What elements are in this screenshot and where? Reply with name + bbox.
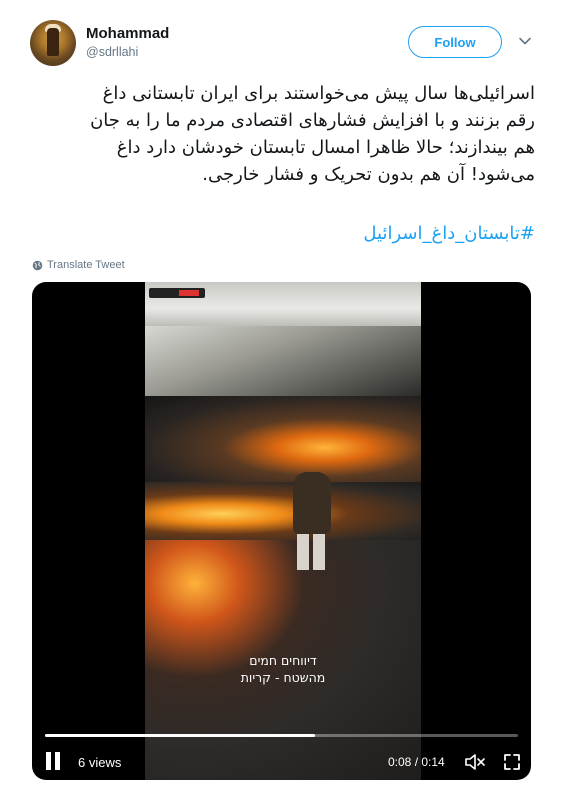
video-figure (293, 472, 331, 534)
video-frame-strip (145, 282, 421, 326)
video-caption-line: דיווחים חמים (249, 653, 317, 668)
channel-logo (149, 288, 205, 298)
pause-icon-bar (55, 752, 60, 770)
tweet-text-line: هم بیندازند؛ حالا ظاهرا امسال تابستان خو… (116, 137, 535, 158)
video-caption-line: מהשטח - קריות (240, 670, 326, 685)
tweet-text-line: رقم بزنند و با افزایش فشارهای اقتصادی مر… (90, 110, 535, 131)
pause-button[interactable] (46, 752, 64, 772)
mute-icon[interactable] (464, 752, 486, 772)
tweet-text: اسرائیلی‌ها سال پیش می‌خواستند برای ایرا… (30, 80, 535, 188)
user-handle[interactable]: @sdrllahi (86, 45, 138, 59)
follow-button[interactable]: Follow (408, 26, 502, 58)
video-figure-leg (297, 534, 309, 570)
fullscreen-icon[interactable] (502, 752, 522, 772)
video-player[interactable]: דיווחים חמים מהשטח - קריות 6 views 0:08 … (32, 282, 531, 780)
globe-icon (32, 260, 43, 270)
translate-tweet-link[interactable]: Translate Tweet (32, 259, 125, 271)
video-caption: דיווחים חמים מהשטח - קריות (145, 652, 421, 686)
view-count: 6 views (78, 755, 122, 770)
video-frame-strip (145, 326, 421, 396)
chevron-down-icon[interactable] (518, 34, 532, 48)
video-frame-strip (145, 396, 421, 482)
translate-label: Translate Tweet (47, 259, 125, 271)
tweet-text-line: می‌شود! آن هم بدون تحریک و فشار خارجی. (202, 164, 535, 185)
pause-icon-bar (46, 752, 51, 770)
user-name[interactable]: Mohammad (86, 25, 169, 42)
video-frame (145, 282, 421, 780)
video-progress-bar[interactable] (45, 734, 518, 737)
hashtag-link[interactable]: #تابستان_داغ_اسرائیل (30, 223, 535, 244)
avatar[interactable] (30, 20, 76, 66)
video-time: 0:08 / 0:14 (388, 755, 445, 769)
video-figure-leg (313, 534, 325, 570)
video-frame-strip (145, 482, 421, 540)
tweet-text-line: اسرائیلی‌ها سال پیش می‌خواستند برای ایرا… (102, 83, 535, 104)
video-progress-fill (45, 734, 316, 737)
